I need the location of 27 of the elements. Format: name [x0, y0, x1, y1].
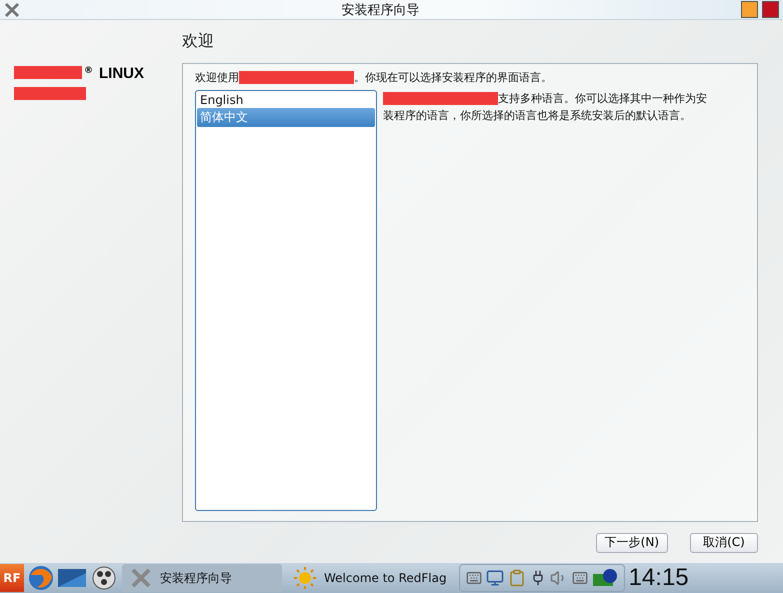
next-button[interactable]: 下一步(N): [596, 532, 668, 552]
film-reel-icon[interactable]: [90, 565, 118, 591]
cancel-button[interactable]: 取消(C): [690, 532, 758, 552]
description-text: 支持多种语言。你可以选择其中一种作为安: [498, 91, 707, 107]
page-heading: 欢迎: [182, 30, 215, 52]
taskbar-task[interactable]: Welcome to RedFlag: [286, 564, 455, 592]
redaction-bar: [14, 66, 82, 79]
browser-icon[interactable]: [28, 565, 54, 591]
language-list[interactable]: English 简体中文: [195, 90, 377, 511]
intro-text: 。你现在可以选择安装程序的界面语言。: [354, 70, 552, 85]
installer-icon: [130, 567, 152, 589]
window-title: 安装程序向导: [340, 2, 420, 18]
start-button[interactable]: RF: [0, 564, 24, 592]
taskbar-task[interactable]: 安装程序向导: [122, 564, 282, 592]
minimize-button[interactable]: [741, 1, 758, 18]
sun-icon: [294, 567, 316, 589]
clock: 14:15: [628, 564, 689, 592]
description-text: 装程序的语言，你所选择的语言也将是系统安装后的默认语言。: [383, 108, 691, 124]
clipboard-icon[interactable]: [508, 569, 526, 587]
language-item[interactable]: English: [197, 92, 375, 108]
intro-text: 欢迎使用: [195, 70, 239, 85]
redaction-bar: [14, 87, 86, 100]
app-icon: [4, 2, 20, 18]
logo-text: LINUX: [99, 66, 144, 81]
keyboard-icon[interactable]: [466, 570, 482, 586]
registered-mark: ®: [84, 66, 93, 76]
keyboard-icon[interactable]: [572, 570, 588, 586]
